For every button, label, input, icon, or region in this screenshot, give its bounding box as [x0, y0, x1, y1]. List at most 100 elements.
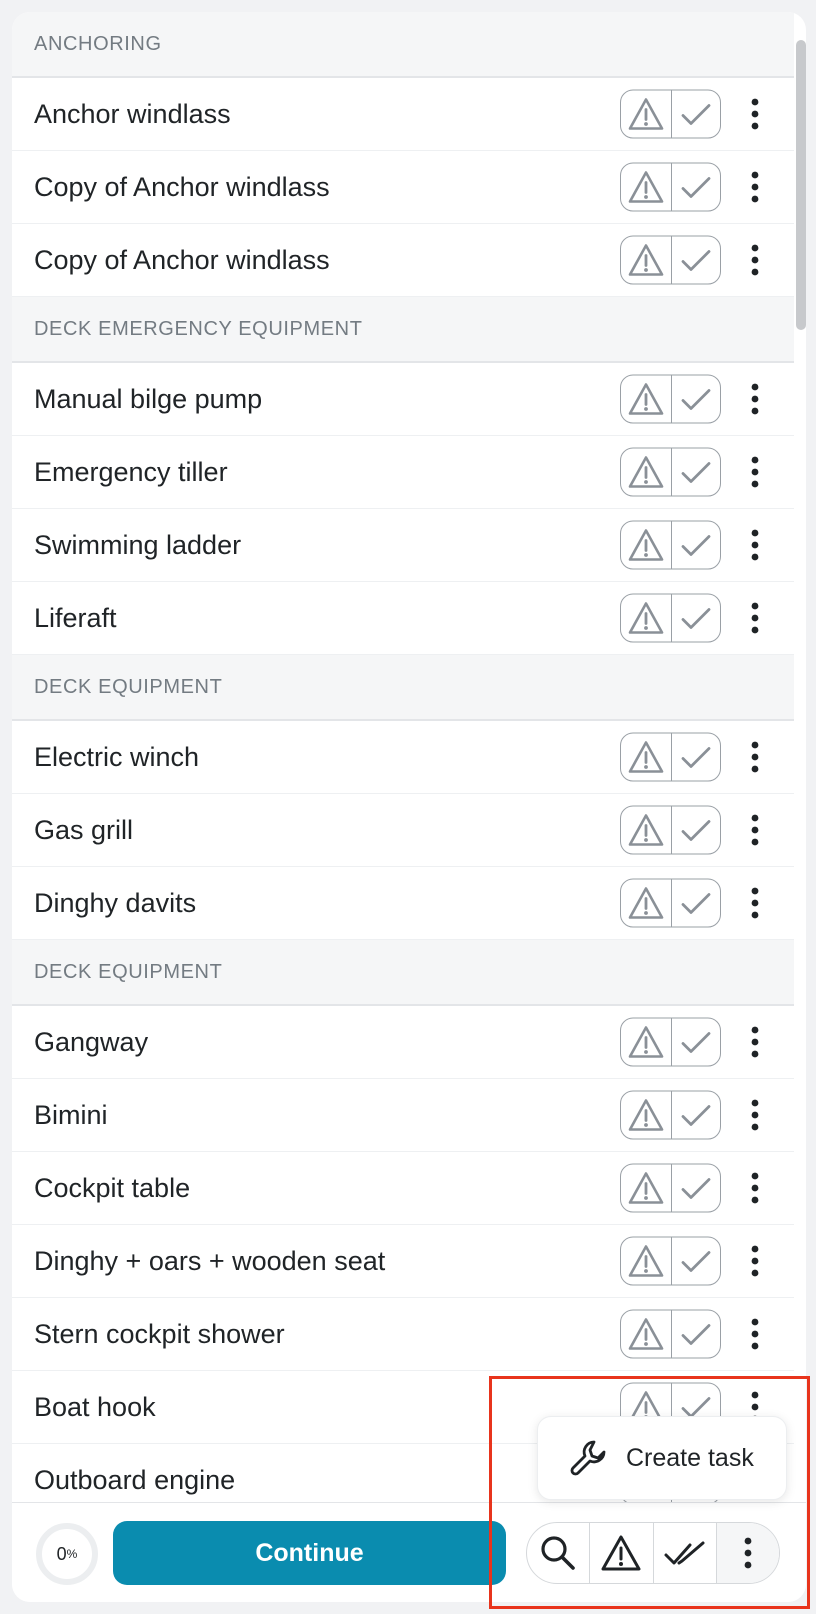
- mark-ok-button[interactable]: [670, 375, 721, 423]
- checklist-item[interactable]: Swimming ladder: [12, 509, 794, 582]
- checklist-item[interactable]: Cockpit table: [12, 1152, 794, 1225]
- check-icon: [681, 534, 711, 556]
- item-more-button[interactable]: [741, 92, 769, 136]
- search-button[interactable]: [527, 1523, 589, 1583]
- mark-issue-button[interactable]: [621, 807, 671, 854]
- checklist-item[interactable]: Dinghy davits: [12, 867, 794, 940]
- item-more-button[interactable]: [741, 377, 769, 421]
- check-icon: [681, 892, 711, 914]
- mark-ok-button[interactable]: [670, 90, 721, 138]
- more-options-button[interactable]: [715, 1523, 779, 1583]
- create-task-menu-item[interactable]: Create task: [537, 1416, 787, 1500]
- checklist-item[interactable]: Copy of Anchor windlass: [12, 151, 794, 224]
- mark-issue-button[interactable]: [621, 880, 671, 927]
- warning-icon: [628, 1098, 664, 1131]
- mark-ok-button[interactable]: [670, 1310, 721, 1358]
- mark-issue-button[interactable]: [621, 449, 671, 496]
- mark-ok-button[interactable]: [670, 1237, 721, 1285]
- item-more-button[interactable]: [741, 808, 769, 852]
- item-more-button[interactable]: [741, 523, 769, 567]
- checklist-item[interactable]: Manual bilge pump: [12, 363, 794, 436]
- mark-issue-button[interactable]: [621, 522, 671, 569]
- item-more-button[interactable]: [741, 735, 769, 779]
- mark-all-done-button[interactable]: [652, 1523, 716, 1583]
- checklist-scroll-area[interactable]: ANCHORING Anchor windlass Copy of Anchor w…: [12, 12, 794, 1502]
- more-vertical-icon: [751, 602, 759, 634]
- mark-issue-button[interactable]: [621, 1019, 671, 1066]
- mark-issue-button[interactable]: [621, 1238, 671, 1285]
- mark-ok-button[interactable]: [670, 521, 721, 569]
- more-vertical-icon: [751, 383, 759, 415]
- item-more-button[interactable]: [741, 1239, 769, 1283]
- checklist-item[interactable]: Dinghy + oars + wooden seat: [12, 1225, 794, 1298]
- status-button-group: [620, 520, 721, 570]
- mark-issue-button[interactable]: [621, 237, 671, 284]
- mark-issue-button[interactable]: [621, 595, 671, 642]
- warning-icon: [628, 528, 664, 561]
- progress-value: 0: [56, 1543, 67, 1564]
- item-more-button[interactable]: [741, 165, 769, 209]
- check-icon: [681, 1104, 711, 1126]
- mark-ok-button[interactable]: [670, 163, 721, 211]
- double-check-icon: [664, 1541, 705, 1565]
- item-more-button[interactable]: [741, 596, 769, 640]
- mark-issue-button[interactable]: [621, 91, 671, 138]
- checklist-item[interactable]: Stern cockpit shower: [12, 1298, 794, 1371]
- checklist-item[interactable]: Electric winch: [12, 721, 794, 794]
- item-more-button[interactable]: [741, 881, 769, 925]
- mark-issue-button[interactable]: [621, 164, 671, 211]
- checklist-item[interactable]: Gas grill: [12, 794, 794, 867]
- status-button-group: [620, 878, 721, 928]
- mark-issue-button[interactable]: [621, 376, 671, 423]
- checklist-item[interactable]: Liferaft: [12, 582, 794, 655]
- checklist-item[interactable]: Copy of Anchor windlass: [12, 224, 794, 297]
- mark-ok-button[interactable]: [670, 1164, 721, 1212]
- scrollbar-thumb[interactable]: [796, 40, 806, 330]
- item-more-button[interactable]: [741, 1093, 769, 1137]
- check-icon: [681, 1323, 711, 1345]
- item-more-button[interactable]: [741, 1020, 769, 1064]
- mark-ok-button[interactable]: [670, 594, 721, 642]
- warning-icon: [601, 1535, 641, 1571]
- section-header: ANCHORING: [12, 12, 794, 78]
- action-toolbar: [526, 1522, 780, 1584]
- more-vertical-icon: [744, 1537, 752, 1569]
- item-more-button[interactable]: [741, 450, 769, 494]
- mark-ok-button[interactable]: [670, 236, 721, 284]
- status-button-group: [620, 732, 721, 782]
- checklist-item[interactable]: Gangway: [12, 1006, 794, 1079]
- check-icon: [681, 1031, 711, 1053]
- report-issue-button[interactable]: [589, 1523, 652, 1583]
- checklist-item[interactable]: Bimini: [12, 1079, 794, 1152]
- warning-icon: [628, 740, 664, 773]
- more-vertical-icon: [751, 887, 759, 919]
- mark-ok-button[interactable]: [670, 1091, 721, 1139]
- item-more-button[interactable]: [741, 1312, 769, 1356]
- wrench-icon: [570, 1440, 606, 1476]
- warning-icon: [628, 170, 664, 203]
- continue-button[interactable]: Continue: [113, 1521, 506, 1585]
- mark-issue-button[interactable]: [621, 1311, 671, 1358]
- bottom-bar: 0% Continue: [12, 1502, 806, 1602]
- mark-ok-button[interactable]: [670, 879, 721, 927]
- checklist-item[interactable]: Emergency tiller: [12, 436, 794, 509]
- warning-icon: [628, 1025, 664, 1058]
- check-icon: [681, 607, 711, 629]
- item-more-button[interactable]: [741, 238, 769, 282]
- more-vertical-icon: [751, 814, 759, 846]
- warning-icon: [628, 886, 664, 919]
- check-icon: [681, 746, 711, 768]
- more-vertical-icon: [751, 1172, 759, 1204]
- status-button-group: [620, 89, 721, 139]
- mark-ok-button[interactable]: [670, 733, 721, 781]
- section-header: DECK EQUIPMENT: [12, 940, 794, 1006]
- mark-issue-button[interactable]: [621, 734, 671, 781]
- checklist-item[interactable]: Anchor windlass: [12, 78, 794, 151]
- mark-ok-button[interactable]: [670, 448, 721, 496]
- status-button-group: [620, 805, 721, 855]
- mark-ok-button[interactable]: [670, 1018, 721, 1066]
- item-more-button[interactable]: [741, 1166, 769, 1210]
- mark-issue-button[interactable]: [621, 1165, 671, 1212]
- mark-ok-button[interactable]: [670, 806, 721, 854]
- mark-issue-button[interactable]: [621, 1092, 671, 1139]
